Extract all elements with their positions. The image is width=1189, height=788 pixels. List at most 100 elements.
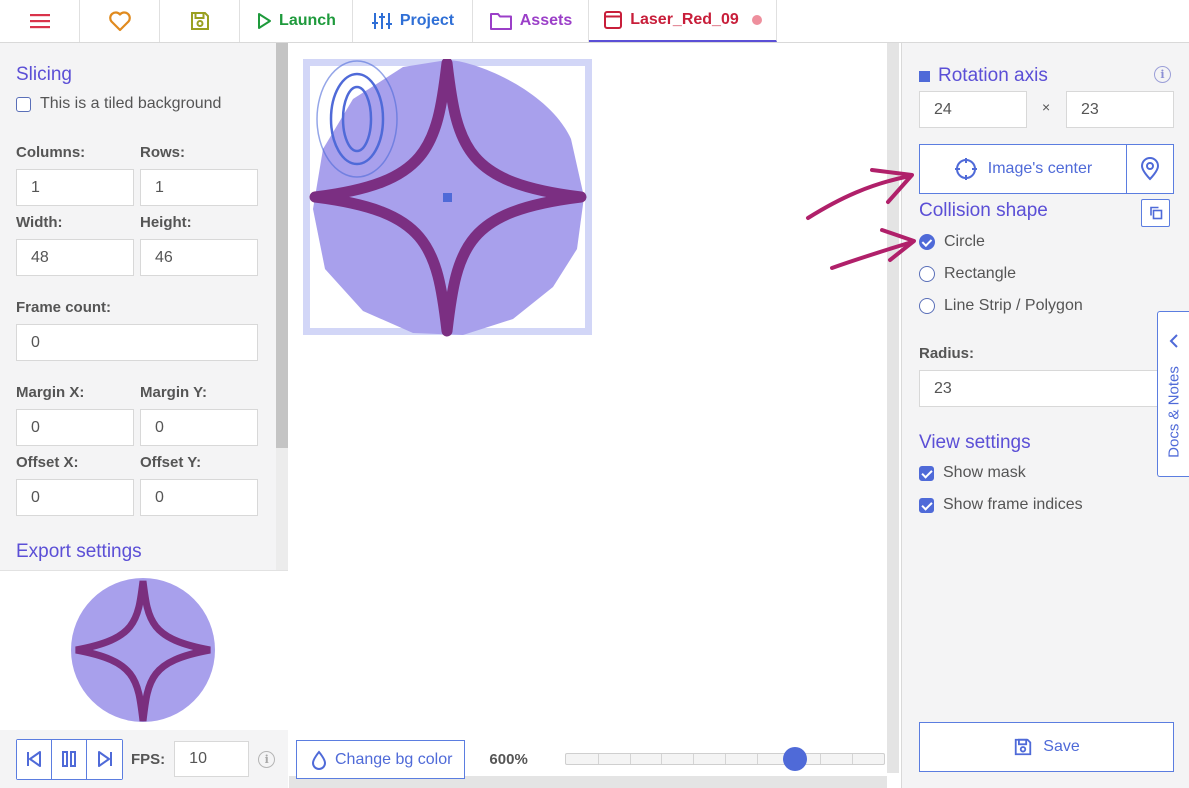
collision-option-polygon[interactable]: Line Strip / Polygon xyxy=(919,290,1083,322)
tiled-checkbox-box[interactable] xyxy=(16,96,31,112)
map-pin-icon xyxy=(1140,157,1160,181)
floppy-icon xyxy=(190,12,209,30)
next-frame-button[interactable] xyxy=(87,739,122,779)
radio-polygon[interactable] xyxy=(919,298,935,314)
tab-project[interactable]: Project xyxy=(353,0,473,42)
pause-button[interactable] xyxy=(52,739,87,779)
columns-label: Columns: xyxy=(16,144,86,161)
show-frame-indices-box[interactable] xyxy=(919,497,934,513)
radius-input[interactable]: 23 xyxy=(919,370,1174,407)
animation-preview xyxy=(0,570,288,730)
width-input[interactable]: 48 xyxy=(16,239,134,276)
view-settings-title: View settings xyxy=(919,432,1031,453)
images-center-label: Image's center xyxy=(987,160,1093,177)
sliders-icon xyxy=(371,13,392,29)
fps-input[interactable]: 10 xyxy=(174,741,250,777)
rotation-x-input[interactable]: 24 xyxy=(919,91,1027,128)
offset-y-input[interactable]: 0 xyxy=(140,479,258,516)
rotation-info-icon[interactable]: i xyxy=(1154,66,1171,83)
zoom-slider[interactable] xyxy=(565,747,885,771)
tab-assets[interactable]: Assets xyxy=(473,0,589,42)
sprite-canvas[interactable]: 0 xyxy=(303,59,603,359)
canvas-toolbar: Change bg color 600% xyxy=(296,740,528,779)
rows-label: Rows: xyxy=(140,144,185,161)
show-mask-box[interactable] xyxy=(919,465,934,481)
pause-icon xyxy=(62,751,76,767)
change-bg-color-label: Change bg color xyxy=(335,750,453,768)
fps-info-icon[interactable]: i xyxy=(258,750,276,768)
show-mask-checkbox[interactable]: Show mask xyxy=(919,464,1026,482)
tab-current-label: Laser_Red_09 xyxy=(630,11,739,28)
droplet-icon xyxy=(311,749,327,770)
left-scrollbar[interactable] xyxy=(276,43,288,570)
tab-bar: Launch Project Assets Laser_Red_09 xyxy=(0,0,1189,43)
tab-launch[interactable]: Launch xyxy=(240,0,353,42)
save-button[interactable]: Save xyxy=(919,722,1174,772)
zoom-slider-tick xyxy=(630,754,631,764)
radio-rectangle[interactable] xyxy=(919,266,935,282)
columns-input[interactable]: 1 xyxy=(16,169,134,206)
height-input[interactable]: 46 xyxy=(140,239,258,276)
radio-circle[interactable] xyxy=(919,234,935,250)
zoom-slider-tick xyxy=(598,754,599,764)
chevron-left-icon xyxy=(1169,334,1178,348)
previous-frame-button[interactable] xyxy=(17,739,52,779)
margin-y-input[interactable]: 0 xyxy=(140,409,258,446)
sprite-preview-image xyxy=(71,578,215,722)
tab-laser-red-09[interactable]: Laser_Red_09 xyxy=(589,0,777,42)
copy-shape-button[interactable] xyxy=(1141,199,1170,227)
collision-shape-options: Circle Rectangle Line Strip / Polygon xyxy=(919,226,1083,322)
tab-project-label: Project xyxy=(399,12,455,29)
sprite-canvas-area: 0 Change bg color 600% xyxy=(289,43,901,788)
tiled-label: This is a tiled background xyxy=(40,95,222,112)
hamburger-icon xyxy=(29,14,50,29)
rotation-axis-marker xyxy=(919,70,930,82)
skip-forward-icon xyxy=(97,751,112,767)
properties-panel: Rotation axis i 24 × 23 Image's center C… xyxy=(901,43,1189,788)
collision-option-rectangle[interactable]: Rectangle xyxy=(919,258,1083,290)
left-scrollbar-thumb[interactable] xyxy=(276,43,288,448)
frame-count-input[interactable]: 0 xyxy=(16,324,258,361)
zoom-slider-tick xyxy=(725,754,726,764)
offset-x-label: Offset X: xyxy=(16,454,79,471)
skip-back-icon xyxy=(27,751,41,767)
change-bg-color-button[interactable]: Change bg color xyxy=(296,740,466,779)
images-center-button[interactable]: Image's center xyxy=(919,144,1127,194)
save-project-button[interactable] xyxy=(160,0,240,42)
slicing-settings: Slicing This is a tiled background Colum… xyxy=(0,43,276,570)
menu-button[interactable] xyxy=(0,0,80,42)
tiled-background-checkbox[interactable]: This is a tiled background xyxy=(16,95,260,113)
collision-option-circle[interactable]: Circle xyxy=(919,226,1083,258)
rows-input[interactable]: 1 xyxy=(140,169,258,206)
fps-label: FPS: xyxy=(131,750,166,768)
folder-icon xyxy=(489,13,512,30)
zoom-slider-tick xyxy=(852,754,853,764)
docs-notes-tab[interactable]: Docs & Notes xyxy=(1157,311,1189,477)
rotation-y-input[interactable]: 23 xyxy=(1066,91,1174,128)
frame-count-label: Frame count: xyxy=(16,299,112,316)
zoom-slider-tick xyxy=(661,754,662,764)
favorite-button[interactable] xyxy=(80,0,160,42)
zoom-slider-tick xyxy=(693,754,694,764)
collision-option-label: Circle xyxy=(944,233,985,250)
offset-x-input[interactable]: 0 xyxy=(16,479,134,516)
crosshair-icon xyxy=(954,158,977,180)
zoom-level: 600% xyxy=(489,751,528,768)
save-button-label: Save xyxy=(1043,738,1080,755)
tab-assets-label: Assets xyxy=(519,12,573,29)
pick-point-button[interactable] xyxy=(1126,144,1174,194)
margin-y-label: Margin Y: xyxy=(140,384,207,401)
texture-icon xyxy=(604,11,623,29)
zoom-slider-tick xyxy=(757,754,758,764)
show-frame-indices-checkbox[interactable]: Show frame indices xyxy=(919,496,1083,514)
slicing-title: Slicing xyxy=(16,64,72,85)
canvas-vertical-scrollbar[interactable] xyxy=(887,43,899,773)
margin-x-input[interactable]: 0 xyxy=(16,409,134,446)
play-icon xyxy=(258,13,272,29)
collision-option-label: Line Strip / Polygon xyxy=(944,297,1083,314)
height-label: Height: xyxy=(140,214,192,231)
docs-notes-label: Docs & Notes xyxy=(1165,366,1183,458)
animation-player: FPS: 10 i xyxy=(0,730,288,788)
zoom-slider-knob[interactable] xyxy=(783,747,807,771)
copy-icon xyxy=(1149,206,1162,220)
